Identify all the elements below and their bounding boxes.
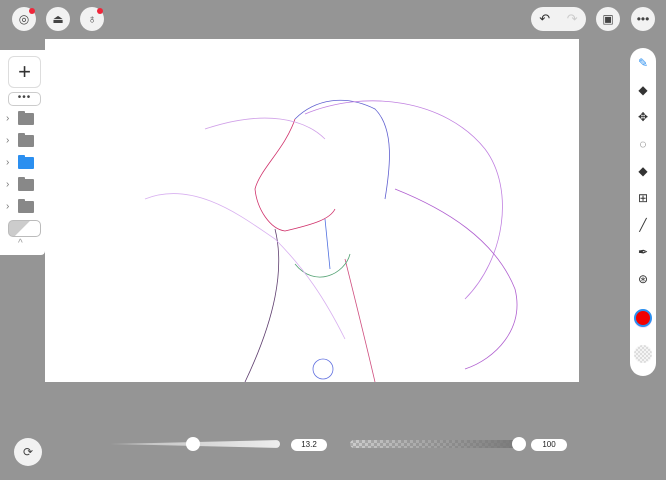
layer-options-button[interactable]: ••• [8, 92, 41, 106]
eyedropper-tool[interactable]: ✒ [630, 242, 656, 262]
rotate-canvas-button[interactable]: ⟳ [14, 438, 42, 466]
chevron-right-icon[interactable]: › [6, 201, 9, 212]
symmetry-tool[interactable]: ⊛ [630, 269, 656, 289]
lasso-icon: ◌ [639, 137, 647, 151]
eraser-icon: ◆ [638, 83, 648, 97]
pen-icon: ✎ [637, 56, 649, 70]
folder-icon [18, 111, 34, 125]
layer-item[interactable]: › [6, 177, 42, 193]
notification-dot [97, 8, 103, 14]
move-tool[interactable]: ✥ [630, 107, 656, 127]
collapse-button[interactable]: ^ [18, 238, 23, 249]
folder-icon [18, 155, 34, 169]
background-layer[interactable] [8, 220, 41, 237]
transparent-color[interactable] [634, 345, 652, 363]
fill-tool[interactable]: ◆ [630, 161, 656, 181]
move-icon: ✥ [637, 110, 649, 124]
redo-button[interactable]: ↷ [567, 11, 578, 27]
layers-panel: + ••• › › › › › ^ [0, 50, 45, 255]
brush-size-value[interactable]: 13.2 [291, 439, 327, 451]
fill-icon: ◆ [638, 164, 648, 178]
more-icon: ••• [636, 12, 650, 26]
line-icon: ╱ [639, 218, 647, 232]
eraser-tool[interactable]: ◆ [630, 80, 656, 100]
menu-button[interactable]: ••• [631, 7, 655, 31]
folder-icon [18, 177, 34, 191]
layer-item[interactable]: › [6, 111, 42, 127]
chevron-right-icon[interactable]: › [6, 113, 9, 124]
opacity-thumb[interactable] [512, 437, 526, 451]
rotate-icon: ⟳ [22, 445, 34, 459]
notification-dot [29, 8, 35, 14]
opacity-slider[interactable] [350, 440, 522, 448]
layer-item-selected[interactable]: › [6, 155, 42, 171]
drawing-canvas[interactable] [45, 39, 579, 383]
folder-icon [18, 133, 34, 147]
chevron-right-icon[interactable]: › [6, 179, 9, 190]
layer-item[interactable]: › [6, 199, 42, 215]
eyedropper-icon: ✒ [637, 245, 649, 259]
lightbulb-icon: ♁ [87, 12, 97, 26]
chevron-right-icon[interactable]: › [6, 135, 9, 146]
transform-tool[interactable]: ⊞ [630, 188, 656, 208]
chevron-right-icon[interactable]: › [6, 157, 9, 168]
tips-button[interactable]: ♁ [80, 7, 104, 31]
opacity-value[interactable]: 100 [531, 439, 567, 451]
tool-bar: ✎ ◆ ✥ ◌ ◆ ⊞ ╱ ✒ ⊛ [630, 48, 656, 376]
reference-button[interactable]: ▣ [596, 7, 620, 31]
undo-button[interactable]: ↶ [539, 11, 550, 27]
import-icon: ⏏ [52, 12, 64, 26]
lasso-tool[interactable]: ◌ [630, 134, 656, 154]
layer-item[interactable]: › [6, 133, 42, 149]
primary-color[interactable] [634, 309, 652, 327]
sketch-artwork [144, 99, 518, 383]
symmetry-icon: ⊛ [637, 272, 649, 286]
pen-tool[interactable]: ✎ [630, 53, 656, 73]
folder-icon [18, 199, 34, 213]
brush-size-thumb[interactable] [186, 437, 200, 451]
gallery-button[interactable]: ◎ [12, 7, 36, 31]
import-button[interactable]: ⏏ [46, 7, 70, 31]
line-tool[interactable]: ╱ [630, 215, 656, 235]
image-icon: ▣ [602, 12, 614, 26]
gallery-icon: ◎ [18, 12, 30, 26]
undo-redo-group: ↶ ↷ [531, 7, 586, 31]
add-layer-button[interactable]: + [8, 56, 41, 88]
transform-icon: ⊞ [637, 191, 649, 205]
